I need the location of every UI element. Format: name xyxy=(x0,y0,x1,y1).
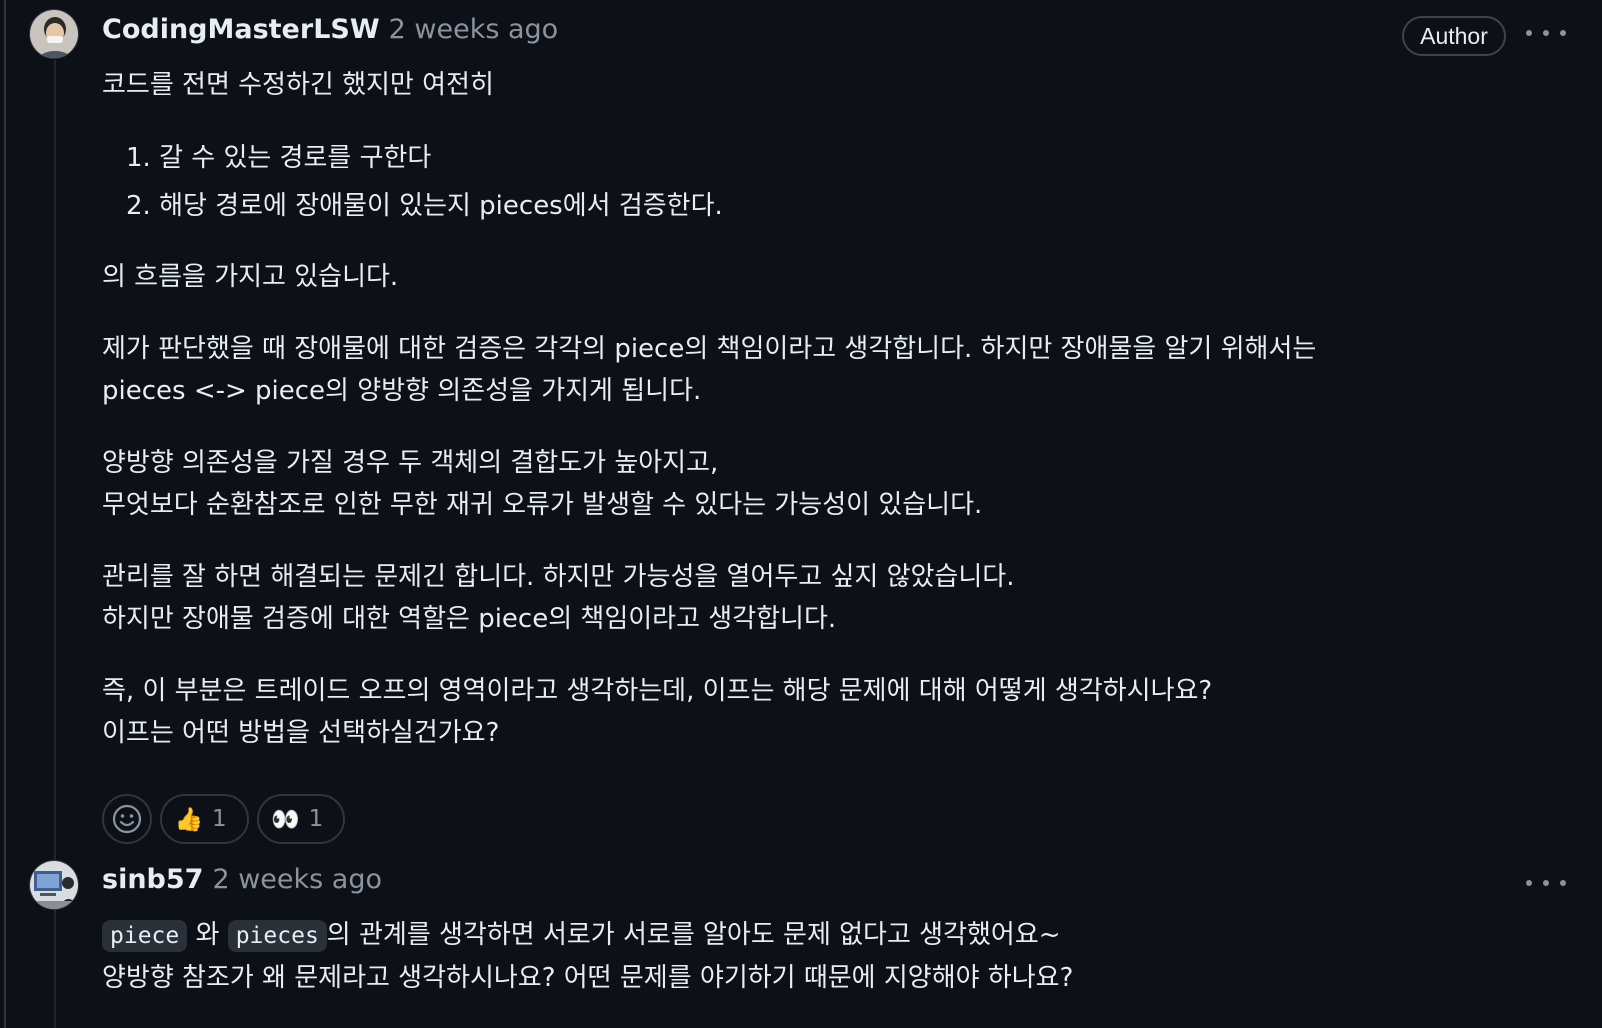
dot-icon xyxy=(1543,880,1549,886)
paragraph: 관리를 잘 하면 해결되는 문제긴 합니다. 하지만 가능성을 열어두고 싶지 … xyxy=(102,562,1015,592)
reaction-count: 1 xyxy=(308,806,324,832)
avatar[interactable] xyxy=(29,9,79,59)
reactions-bar: 👍 1 👀 1 xyxy=(102,794,346,846)
add-reaction-button[interactable] xyxy=(102,794,152,844)
reaction-count: 1 xyxy=(212,806,227,832)
text: 와 xyxy=(195,920,220,950)
author-name[interactable]: sinb57 xyxy=(102,864,203,895)
more-options-button[interactable] xyxy=(1526,871,1566,895)
comment: CodingMasterLSW 2 weeks ago Author 코드를 전… xyxy=(0,0,1602,860)
reaction-thumbs-up[interactable]: 👍 1 xyxy=(160,794,249,844)
text: 의 관계를 생각하면 서로가 서로를 알아도 문제 없다고 생각했어요~ xyxy=(326,920,1061,950)
author-name[interactable]: CodingMasterLSW xyxy=(102,14,380,45)
smiley-icon xyxy=(112,804,142,834)
paragraph: 제가 판단했을 때 장애물에 대한 검증은 각각의 piece의 책임이라고 생… xyxy=(102,334,1317,364)
timestamp[interactable]: 2 weeks ago xyxy=(389,14,559,45)
more-options-button[interactable] xyxy=(1526,21,1566,45)
list-item: 2. 해당 경로에 장애물이 있는지 pieces에서 검증한다. xyxy=(126,191,723,221)
paragraph: 즉, 이 부분은 트레이드 오프의 영역이라고 생각하는데, 이프는 해당 문제… xyxy=(102,676,1213,706)
comment: sinb57 2 weeks ago piece 와 pieces 의 관계를 생… xyxy=(0,860,1602,1028)
list-item: 1. 갈 수 있는 경로를 구한다 xyxy=(126,143,432,173)
eyes-icon: 👀 xyxy=(271,806,300,833)
paragraph: piece 와 pieces 의 관계를 생각하면 서로가 서로를 알아도 문제 … xyxy=(102,914,1542,957)
paragraph: 양방향 참조가 왜 문제라고 생각하시나요? 어떤 문제를 야기하기 때문에 지… xyxy=(102,963,1074,993)
paragraph: pieces <-> piece의 양방향 의존성을 가지게 됩니다. xyxy=(102,376,702,406)
paragraph: 의 흐름을 가지고 있습니다. xyxy=(102,262,399,292)
paragraph: 이프는 어떤 방법을 선택하실건가요? xyxy=(102,718,500,748)
inline-code: pieces xyxy=(227,920,327,952)
steps-list: 1. 갈 수 있는 경로를 구한다 2. 해당 경로에 장애물이 있는지 pie… xyxy=(102,134,1542,230)
thumbs-up-icon: 👍 xyxy=(174,806,204,833)
timestamp[interactable]: 2 weeks ago xyxy=(212,864,382,895)
paragraph: 하지만 장애물 검증에 대한 역할은 piece의 책임이라고 생각합니다. xyxy=(102,604,837,634)
author-badge: Author xyxy=(1402,16,1506,56)
paragraph: 양방향 의존성을 가질 경우 두 객체의 결합도가 높아지고, xyxy=(102,448,719,478)
dot-icon xyxy=(1526,880,1532,886)
paragraph: 무엇보다 순환참조로 인한 무한 재귀 오류가 발생할 수 있다는 가능성이 있… xyxy=(102,490,983,520)
dot-icon xyxy=(1526,30,1532,36)
comment-header: sinb57 2 weeks ago xyxy=(102,864,382,900)
comment-body: piece 와 pieces 의 관계를 생각하면 서로가 서로를 알아도 문제 … xyxy=(102,914,1542,999)
comment-body: 코드를 전면 수정하긴 했지만 여전히 1. 갈 수 있는 경로를 구한다 2.… xyxy=(102,64,1542,754)
inline-code: piece xyxy=(102,920,188,952)
comment-header: CodingMasterLSW 2 weeks ago xyxy=(102,14,558,50)
dot-icon xyxy=(1560,30,1566,36)
paragraph: 코드를 전면 수정하긴 했지만 여전히 xyxy=(102,70,494,100)
dot-icon xyxy=(1560,880,1566,886)
avatar[interactable] xyxy=(29,860,79,910)
dot-icon xyxy=(1543,30,1549,36)
reaction-eyes[interactable]: 👀 1 xyxy=(256,794,346,844)
